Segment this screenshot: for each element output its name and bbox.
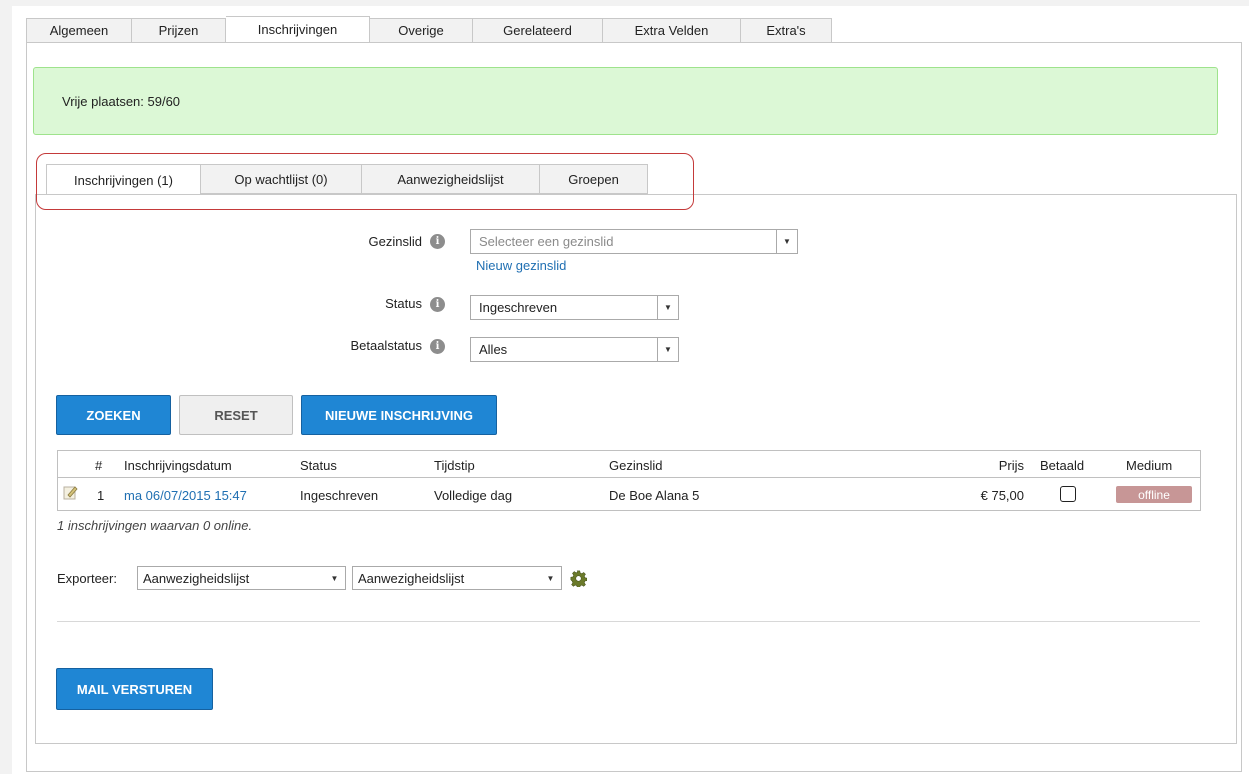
tab-overige[interactable]: Overige [370, 18, 473, 43]
chevron-down-icon: ▼ [330, 573, 339, 583]
row-time: Volledige dag [434, 488, 513, 503]
availability-text: Vrije plaatsen: 59/60 [62, 93, 181, 109]
gezinslid-select[interactable]: Selecteer een gezinslid ▼ [470, 229, 798, 254]
chevron-down-icon: ▼ [657, 296, 678, 319]
col-header-price[interactable]: Prijs [988, 458, 1024, 473]
col-header-time[interactable]: Tijdstip [434, 458, 475, 473]
section-divider [57, 621, 1200, 622]
tab-algemeen[interactable]: Algemeen [26, 18, 132, 43]
col-header-member[interactable]: Gezinslid [609, 458, 662, 473]
chevron-down-icon: ▼ [776, 230, 797, 253]
paid-checkbox[interactable] [1060, 486, 1076, 502]
send-mail-button[interactable]: MAIL VERSTUREN [56, 668, 213, 710]
info-icon[interactable]: i [430, 297, 445, 312]
row-status: Ingeschreven [300, 488, 379, 503]
main-tab-bar: Algemeen Prijzen Inschrijvingen Overige … [26, 16, 832, 43]
info-icon[interactable]: i [430, 339, 445, 354]
row-price: € 75,00 [980, 488, 1024, 503]
reset-button[interactable]: RESET [179, 395, 293, 435]
export-format-2-value: Aanwezigheidslijst [358, 570, 465, 586]
betaalstatus-select[interactable]: Alles ▼ [470, 337, 679, 362]
col-header-paid[interactable]: Betaald [1040, 458, 1084, 473]
col-header-date[interactable]: Inschrijvingsdatum [124, 458, 232, 473]
tab-inschrijvingen[interactable]: Inschrijvingen [226, 16, 370, 43]
highlight-annotation [36, 153, 694, 210]
col-header-status[interactable]: Status [300, 458, 337, 473]
status-value: Ingeschreven [479, 300, 558, 315]
col-header-medium[interactable]: Medium [1126, 458, 1172, 473]
search-button[interactable]: ZOEKEN [56, 395, 171, 435]
col-header-nr: # [95, 458, 103, 473]
info-icon[interactable]: i [430, 234, 445, 249]
new-member-link[interactable]: Nieuw gezinslid [476, 258, 566, 273]
new-registration-button[interactable]: NIEUWE INSCHRIJVING [301, 395, 497, 435]
edit-icon[interactable] [63, 484, 79, 500]
row-nr: 1 [97, 488, 105, 503]
status-label: Status [385, 296, 422, 311]
status-select[interactable]: Ingeschreven ▼ [470, 295, 679, 320]
betaalstatus-value: Alles [479, 342, 508, 357]
tab-prijzen[interactable]: Prijzen [132, 18, 226, 43]
tab-gerelateerd[interactable]: Gerelateerd [473, 18, 603, 43]
row-member: De Boe Alana 5 [609, 488, 700, 503]
export-format-select-1[interactable]: Aanwezigheidslijst ▼ [137, 566, 346, 590]
registrations-summary: 1 inschrijvingen waarvan 0 online. [57, 518, 253, 533]
gezinslid-label: Gezinslid [368, 234, 422, 249]
chevron-down-icon: ▼ [657, 338, 678, 361]
table-divider [58, 477, 1200, 478]
export-format-select-2[interactable]: Aanwezigheidslijst ▼ [352, 566, 562, 590]
export-format-1-value: Aanwezigheidslijst [143, 570, 250, 586]
registration-date-link[interactable]: ma 06/07/2015 15:47 [124, 488, 247, 503]
medium-badge: offline [1116, 486, 1192, 503]
tab-extras[interactable]: Extra's [741, 18, 832, 43]
chevron-down-icon: ▼ [546, 573, 555, 583]
betaalstatus-label: Betaalstatus [350, 338, 422, 353]
gear-icon[interactable] [570, 570, 587, 587]
availability-alert: Vrije plaatsen: 59/60 [33, 67, 1218, 135]
registrations-table: # Inschrijvingsdatum Status Tijdstip Gez… [57, 450, 1201, 511]
gezinslid-placeholder: Selecteer een gezinslid [479, 234, 614, 249]
tab-extra-velden[interactable]: Extra Velden [603, 18, 741, 43]
export-label: Exporteer: [57, 571, 117, 586]
